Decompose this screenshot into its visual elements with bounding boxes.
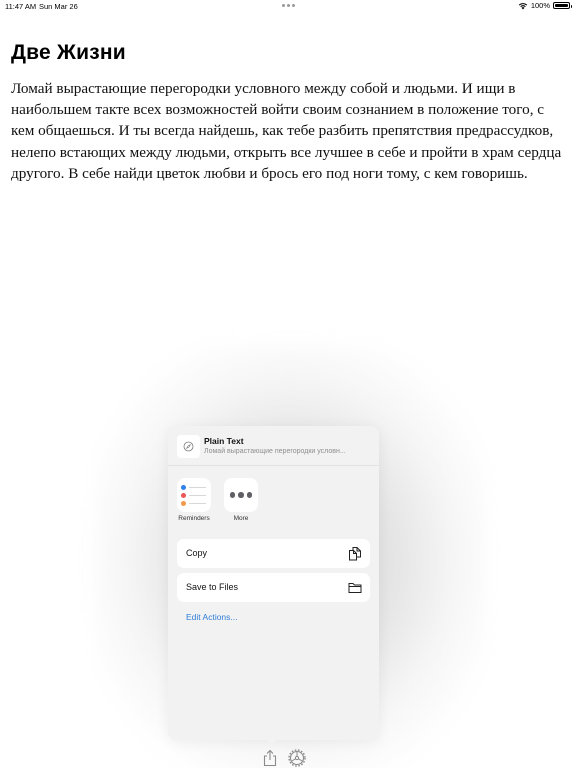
copy-icon bbox=[349, 547, 361, 561]
folder-icon bbox=[348, 583, 362, 593]
share-apps-row: Reminders More bbox=[168, 478, 379, 528]
app-label: Reminders bbox=[178, 515, 210, 522]
content-thumbnail bbox=[177, 435, 200, 458]
status-right: 100% bbox=[518, 1, 572, 10]
reminder-dot bbox=[181, 493, 186, 498]
status-time: 11:47 AM bbox=[5, 2, 37, 11]
document-title: Две Жизни bbox=[11, 41, 126, 64]
settings-icon[interactable] bbox=[288, 749, 306, 767]
save-to-files-action-button[interactable]: Save to Files bbox=[177, 573, 370, 602]
battery-percent: 100% bbox=[530, 1, 550, 10]
wifi-icon bbox=[518, 2, 528, 9]
share-content-title: Plain Text bbox=[204, 436, 244, 446]
battery-icon bbox=[553, 2, 572, 9]
popover-arrow bbox=[265, 739, 277, 745]
app-more[interactable]: More bbox=[221, 478, 261, 522]
edit-actions-link[interactable]: Edit Actions... bbox=[186, 612, 238, 622]
reminder-dot bbox=[181, 501, 186, 506]
status-bar: 11:47 AM Sun Mar 26 100% bbox=[0, 0, 576, 14]
share-icon[interactable] bbox=[262, 749, 278, 767]
share-content-subtitle: Ломай вырастающие перегородки условн... bbox=[204, 448, 346, 455]
share-sheet: Plain Text Ломай вырастающие перегородки… bbox=[168, 426, 379, 740]
bottom-toolbar bbox=[262, 749, 306, 767]
app-reminders[interactable]: Reminders bbox=[174, 478, 214, 522]
more-icon bbox=[224, 478, 258, 512]
share-sheet-header: Plain Text Ломай вырастающие перегородки… bbox=[168, 426, 379, 466]
status-date: Sun Mar 26 bbox=[39, 2, 78, 11]
copy-action-button[interactable]: Copy bbox=[177, 539, 370, 568]
app-label: More bbox=[233, 515, 249, 522]
action-label: Save to Files bbox=[186, 582, 239, 592]
document-body[interactable]: Ломай вырастающие перегородки условного … bbox=[11, 78, 571, 184]
reminders-icon bbox=[177, 478, 211, 512]
action-label: Copy bbox=[186, 548, 208, 558]
reminder-dot bbox=[181, 485, 186, 490]
compass-icon bbox=[183, 441, 194, 452]
multitasking-dots-icon[interactable] bbox=[282, 4, 295, 7]
